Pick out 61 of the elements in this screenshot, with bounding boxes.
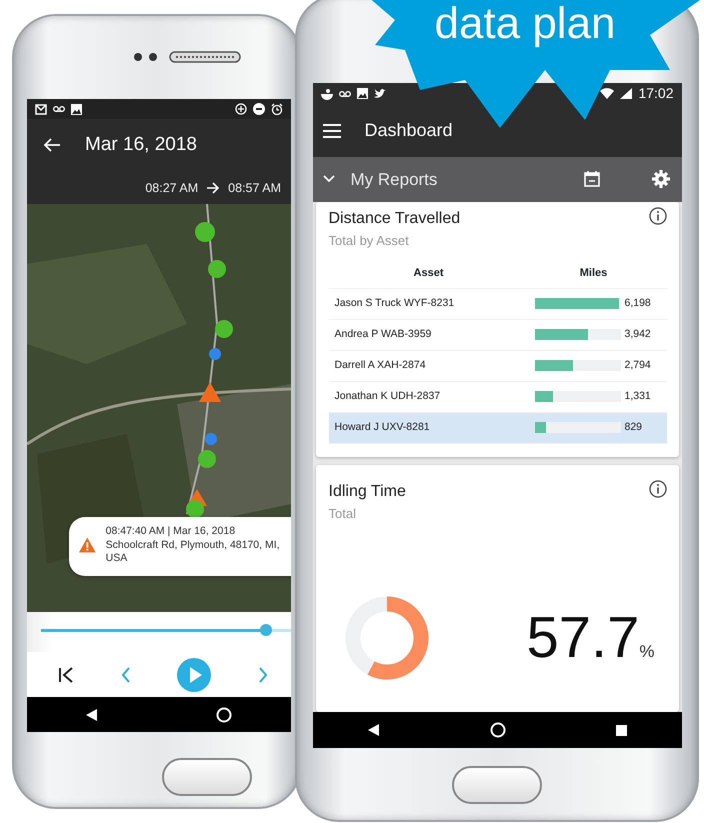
table-row[interactable]: Andrea P WAB-3959 3,942 bbox=[328, 320, 666, 351]
back-nav-icon[interactable] bbox=[86, 708, 98, 720]
image-icon bbox=[356, 88, 368, 100]
app-title: Dashboard bbox=[364, 119, 453, 142]
event-address: Schoolcraft Rd, Plymouth, 48170, MI, USA bbox=[106, 538, 281, 566]
unit-label: % bbox=[639, 641, 654, 664]
recents-nav-icon[interactable] bbox=[616, 724, 626, 736]
add-circle-icon bbox=[235, 103, 247, 115]
home-button[interactable] bbox=[452, 766, 542, 804]
voicemail-icon bbox=[338, 90, 350, 98]
signal-icon bbox=[620, 88, 632, 100]
miles-value: 3,942 bbox=[624, 326, 651, 342]
card-subtitle: Total bbox=[328, 505, 357, 524]
column-header: Miles bbox=[578, 266, 608, 281]
asset-name: Andrea P WAB-3959 bbox=[334, 326, 432, 342]
table-row[interactable]: Howard J UXV-8281 829 bbox=[328, 412, 666, 444]
back-arrow-icon[interactable] bbox=[43, 138, 61, 152]
skip-to-start-icon[interactable] bbox=[58, 666, 74, 682]
arrow-icon bbox=[206, 182, 220, 194]
miles-value: 829 bbox=[624, 420, 642, 435]
trip-date: Mar 16, 2018 bbox=[85, 133, 197, 157]
info-icon[interactable] bbox=[648, 207, 666, 226]
chevron-icon[interactable] bbox=[322, 175, 334, 184]
bird-icon bbox=[374, 88, 386, 100]
start-time: 08:27 AM bbox=[145, 180, 198, 196]
card-subtitle: Total by Asset bbox=[328, 232, 410, 250]
voicemail-icon bbox=[53, 105, 65, 113]
calendar-icon[interactable] bbox=[584, 171, 600, 188]
card-title: Idling Time bbox=[328, 482, 406, 502]
alarm-icon bbox=[271, 103, 283, 115]
wifi-icon bbox=[600, 88, 614, 100]
asset-name: Darrell A XAH-2874 bbox=[334, 358, 427, 373]
image-icon bbox=[71, 104, 82, 114]
home-nav-icon[interactable] bbox=[490, 722, 506, 738]
miles-value: 1,331 bbox=[624, 388, 651, 404]
table-row[interactable]: Darrell A XAH-2874 2,794 bbox=[328, 350, 666, 382]
badge-text: data plan bbox=[434, 0, 616, 48]
column-header: Asset bbox=[412, 266, 444, 281]
clock-time: 17:02 bbox=[638, 84, 674, 104]
miles-value: 2,794 bbox=[624, 358, 651, 373]
idling-value: 57.7 bbox=[526, 608, 640, 667]
warning-icon bbox=[79, 537, 96, 554]
menu-icon[interactable] bbox=[322, 124, 340, 138]
home-button[interactable] bbox=[162, 758, 252, 796]
back-nav-icon[interactable] bbox=[368, 724, 380, 736]
bowl-icon bbox=[320, 88, 332, 100]
slider-thumb[interactable] bbox=[260, 624, 272, 636]
asset-name: Jonathan K UDH-2837 bbox=[334, 388, 442, 404]
miles-value: 6,198 bbox=[624, 296, 651, 311]
asset-name: Howard J UXV-8281 bbox=[334, 420, 431, 435]
settings-icon[interactable] bbox=[652, 170, 670, 188]
speaker-grille bbox=[169, 51, 241, 63]
card-title: Distance Travelled bbox=[328, 209, 460, 230]
mail-icon bbox=[35, 104, 47, 114]
end-time: 08:57 AM bbox=[228, 180, 281, 196]
minus-circle-icon bbox=[253, 103, 265, 115]
info-icon[interactable] bbox=[648, 480, 666, 498]
event-time: 08:47:40 AM | Mar 16, 2018 bbox=[106, 525, 236, 539]
home-nav-icon[interactable] bbox=[216, 706, 232, 722]
table-row[interactable]: Jason S Truck WYF-8231 6,198 bbox=[328, 288, 666, 320]
asset-name: Jason S Truck WYF-8231 bbox=[334, 296, 456, 311]
